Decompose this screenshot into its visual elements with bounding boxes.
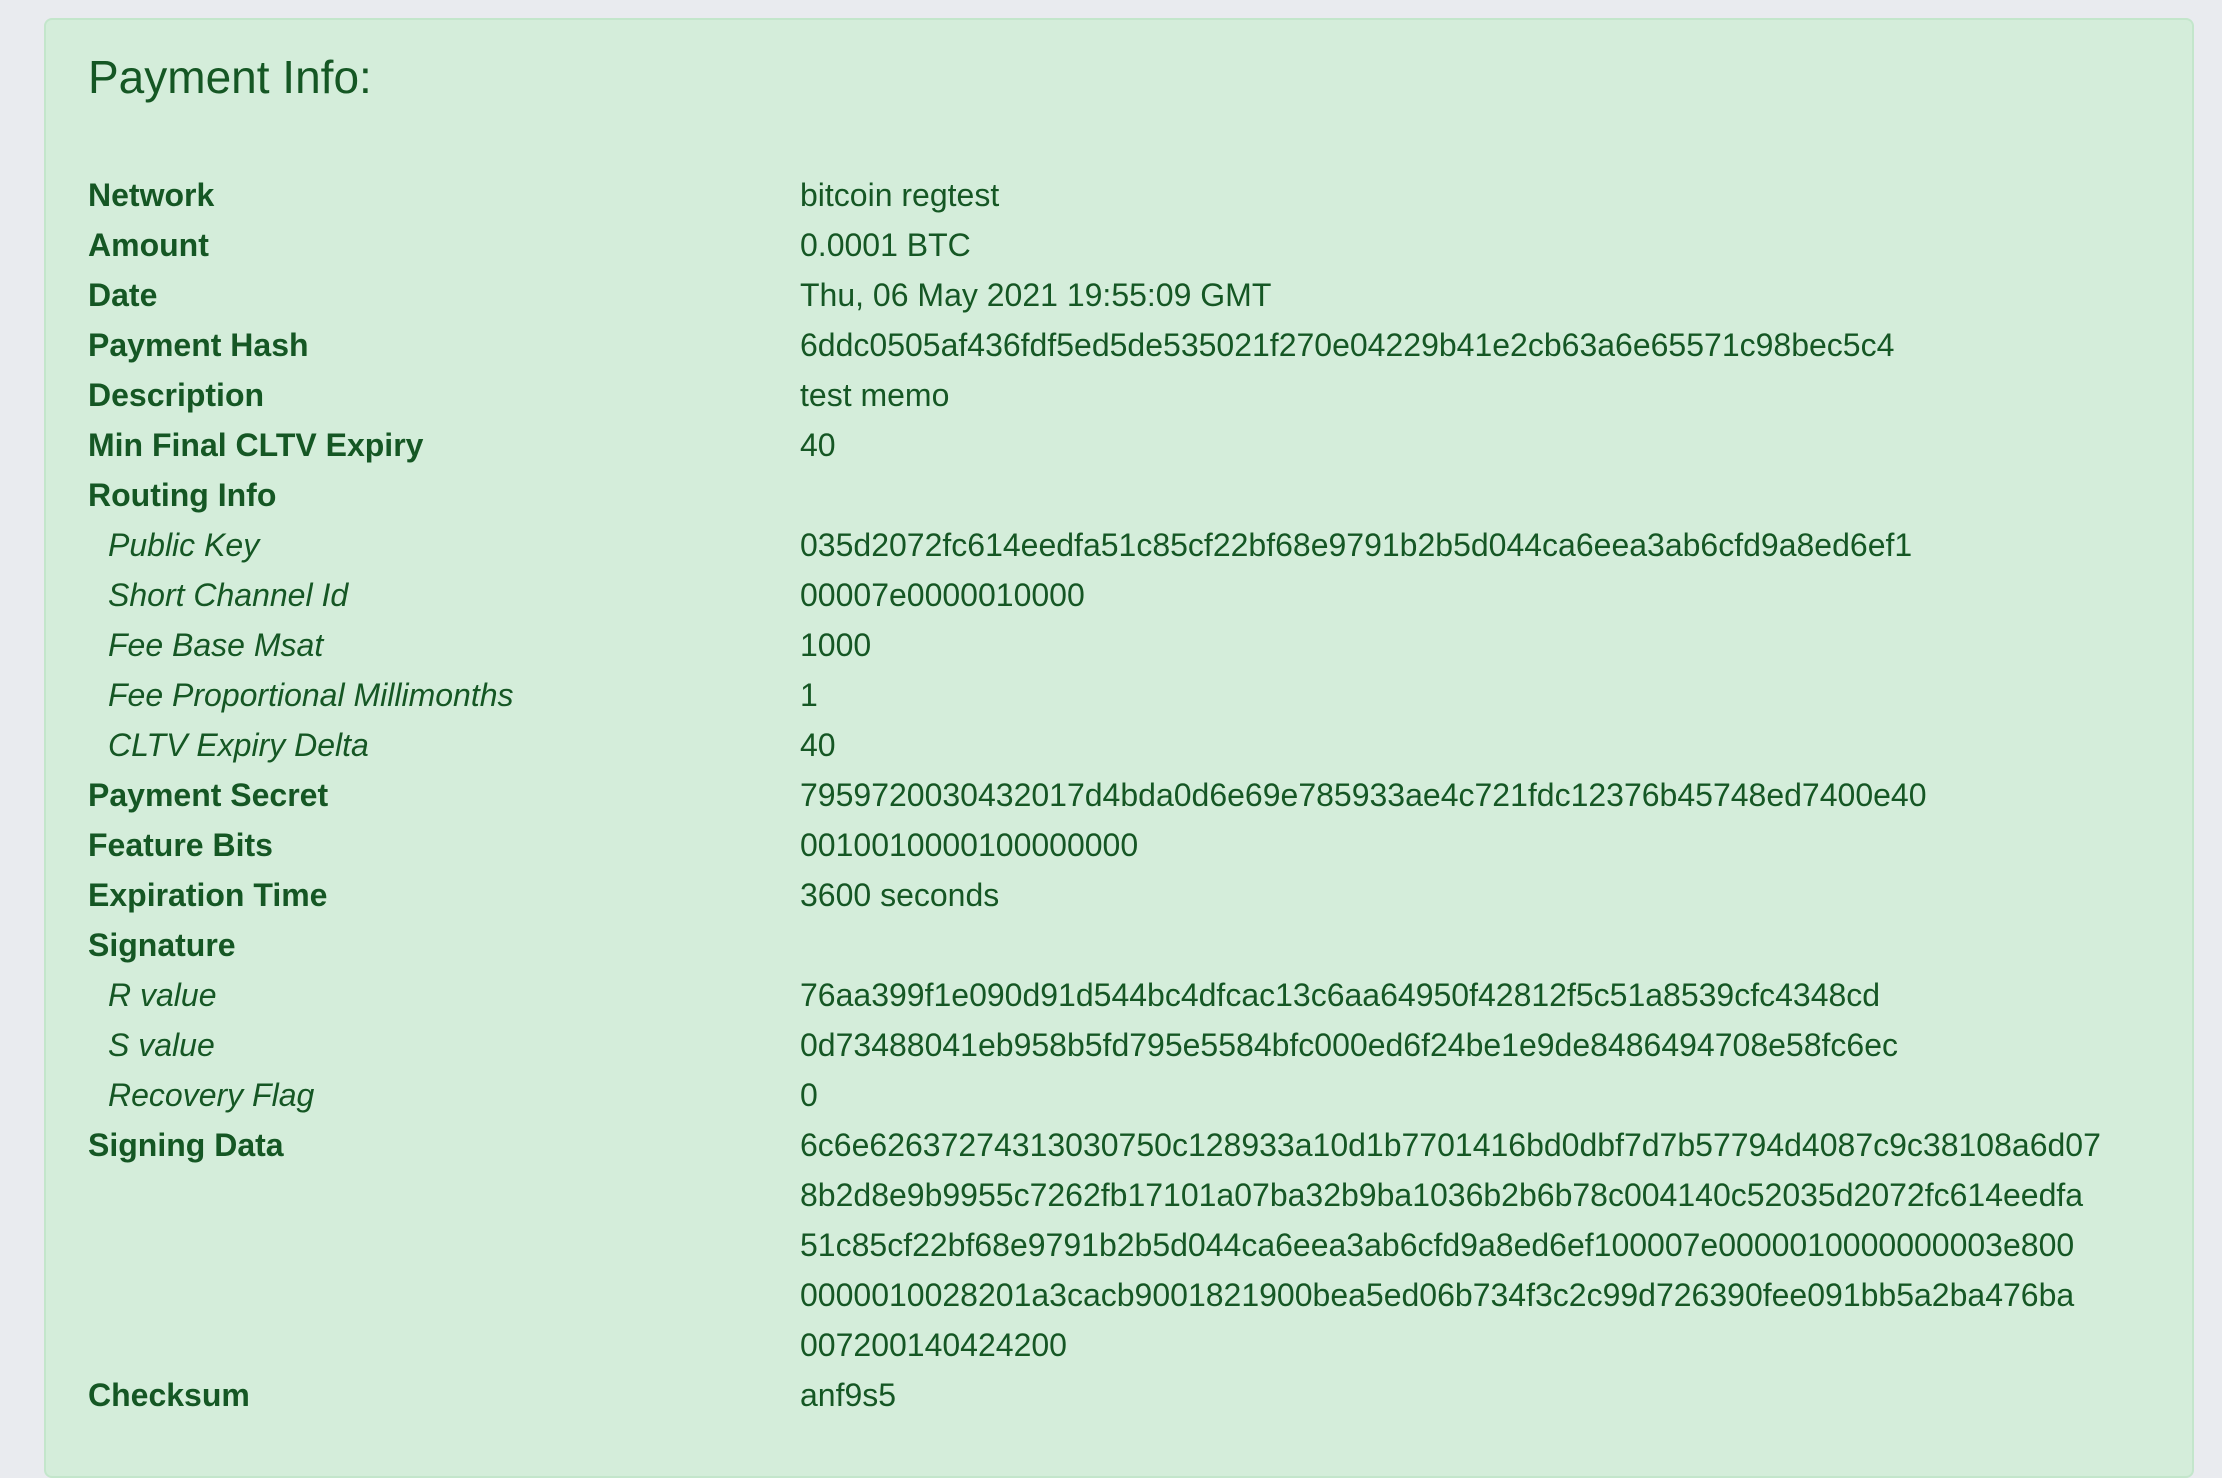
info-row-checksum: Checksum anf9s5 — [88, 1370, 2168, 1420]
field-value: 1 — [800, 677, 818, 713]
info-row-short-channel-id: Short Channel Id 00007e0000010000 — [88, 570, 2168, 620]
field-value: anf9s5 — [800, 1377, 897, 1413]
info-row-s-value: S value 0d73488041eb958b5fd795e5584bfc000… — [88, 1020, 2168, 1070]
field-label: Payment Hash — [88, 327, 309, 363]
info-row-fee-base-msat: Fee Base Msat 1000 — [88, 620, 2168, 670]
field-label: Date — [88, 277, 158, 313]
field-label: Routing Info — [88, 477, 277, 513]
info-row-amount: Amount 0.0001 BTC — [88, 220, 2168, 270]
info-row-public-key: Public Key 035d2072fc614eedfa51c85cf22bf6… — [88, 520, 2168, 570]
field-value: 0010010000100000000 — [800, 827, 1139, 863]
field-label: R value — [108, 977, 217, 1013]
field-label: Fee Base Msat — [108, 627, 324, 663]
info-row-expiration-time: Expiration Time 3600 seconds — [88, 870, 2168, 920]
payment-info-list: Network bitcoin regtest Amount 0.0001 BTC Da… — [88, 170, 2168, 1420]
field-label: Network — [88, 177, 215, 213]
field-value: 00007e0000010000 — [800, 577, 1085, 613]
field-label: Description — [88, 377, 265, 413]
field-label: Checksum — [88, 1377, 250, 1413]
field-label: Signing Data — [88, 1127, 284, 1163]
field-label: S value — [108, 1027, 215, 1063]
field-label: Signature — [88, 927, 236, 963]
info-row-min-final-cltv-expiry: Min Final CLTV Expiry 40 — [88, 420, 2168, 470]
field-value: 7959720030432017d4bda0d6e69e785933ae4c72… — [800, 777, 1927, 813]
info-row-signature: Signature — [88, 920, 2168, 970]
field-value: Thu, 06 May 2021 19:55:09 GMT — [800, 277, 1272, 313]
field-label: Short Channel Id — [108, 577, 349, 613]
field-label: Recovery Flag — [108, 1077, 315, 1113]
info-row-date: Date Thu, 06 May 2021 19:55:09 GMT — [88, 270, 2168, 320]
field-value: 6c6e62637274313030750c128933a10d1b770141… — [800, 1120, 2168, 1370]
field-label: Public Key — [108, 527, 260, 563]
field-value: 6ddc0505af436fdf5ed5de535021f270e04229b4… — [800, 327, 1895, 363]
field-label: Amount — [88, 227, 209, 263]
field-value: 0.0001 BTC — [800, 227, 971, 263]
info-row-routing-info: Routing Info — [88, 470, 2168, 520]
field-label: Feature Bits — [88, 827, 273, 863]
field-value: 76aa399f1e090d91d544bc4dfcac13c6aa64950f… — [800, 977, 1881, 1013]
field-label: Min Final CLTV Expiry — [88, 427, 424, 463]
field-value: 0d73488041eb958b5fd795e5584bfc000ed6f24b… — [800, 1027, 1898, 1063]
field-value-line: 007200140424200 — [800, 1327, 1067, 1363]
payment-info-panel: Payment Info: Network bitcoin regtest Amou… — [44, 18, 2194, 1478]
info-row-r-value: R value 76aa399f1e090d91d544bc4dfcac13c6a… — [88, 970, 2168, 1020]
field-label: Expiration Time — [88, 877, 328, 913]
info-row-network: Network bitcoin regtest — [88, 170, 2168, 220]
field-value: 0 — [800, 1077, 818, 1113]
field-value: bitcoin regtest — [800, 177, 1000, 213]
field-value-line: 0000010028201a3cacb9001821900bea5ed06b73… — [800, 1277, 2075, 1313]
field-value-line: 51c85cf22bf68e9791b2b5d044ca6eea3ab6cfd9… — [800, 1227, 2075, 1263]
field-value: 1000 — [800, 627, 872, 663]
field-label: Payment Secret — [88, 777, 329, 813]
info-row-payment-hash: Payment Hash 6ddc0505af436fdf5ed5de535021… — [88, 320, 2168, 370]
panel-title: Payment Info: — [88, 51, 372, 103]
field-label: CLTV Expiry Delta — [108, 727, 369, 763]
info-row-fee-proportional-millimonths: Fee Proportional Millimonths 1 — [88, 670, 2168, 720]
field-value: 40 — [800, 427, 836, 463]
info-row-cltv-expiry-delta: CLTV Expiry Delta 40 — [88, 720, 2168, 770]
info-row-signing-data: Signing Data 6c6e62637274313030750c128933… — [88, 1120, 2168, 1370]
info-row-feature-bits: Feature Bits 0010010000100000000 — [88, 820, 2168, 870]
field-value: 035d2072fc614eedfa51c85cf22bf68e9791b2b5… — [800, 527, 1913, 563]
field-value: test memo — [800, 377, 950, 413]
info-row-payment-secret: Payment Secret 7959720030432017d4bda0d6e6… — [88, 770, 2168, 820]
field-label: Fee Proportional Millimonths — [108, 677, 514, 713]
field-value: 40 — [800, 727, 836, 763]
info-row-description: Description test memo — [88, 370, 2168, 420]
field-value-line: 8b2d8e9b9955c7262fb17101a07ba32b9ba1036b… — [800, 1177, 2084, 1213]
field-value: 3600 seconds — [800, 877, 1000, 913]
info-row-recovery-flag: Recovery Flag 0 — [88, 1070, 2168, 1120]
field-value-line: 6c6e62637274313030750c128933a10d1b770141… — [800, 1127, 2101, 1163]
